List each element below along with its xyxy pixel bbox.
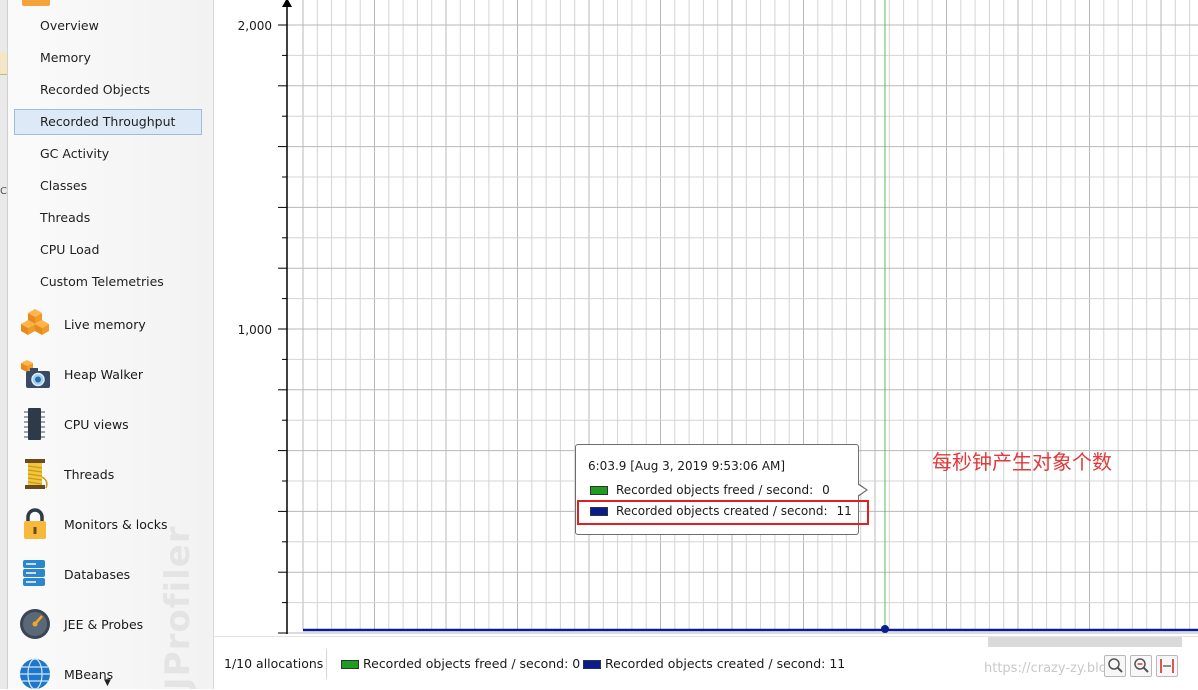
horizontal-gridlines: [278, 24, 1198, 634]
scroll-down-icon[interactable]: ▼: [104, 678, 111, 688]
nav-category-live-memory[interactable]: Live memory: [18, 304, 208, 344]
nav-item-custom-telemetries[interactable]: Custom Telemetries: [14, 269, 202, 295]
nav-category-label: Databases: [64, 566, 131, 582]
collapsed-panel-strip[interactable]: C: [0, 0, 8, 689]
nav-item-threads-telemetry[interactable]: Threads: [14, 205, 202, 231]
view-selector-sidebar: C Overview Memory Recorded Objects Recor…: [0, 0, 214, 689]
magnifier-icon: [1108, 658, 1123, 673]
status-bar: 1/10 allocations Recorded objects freed …: [214, 636, 1198, 690]
gauge-icon: [20, 609, 50, 639]
nav-category-label: Live memory: [64, 316, 146, 332]
threads-icon: [25, 459, 48, 489]
strip-marker: [0, 52, 7, 75]
zoom-fit-button[interactable]: [1130, 655, 1152, 677]
legend-freed: Recorded objects freed / second: 0: [363, 656, 581, 671]
nav-category-heap-walker[interactable]: Heap Walker: [18, 354, 208, 394]
database-icon: [23, 560, 45, 586]
legend-freed-swatch-icon: [341, 660, 359, 669]
cursor-point: [881, 625, 889, 633]
nav-item-recorded-throughput[interactable]: Recorded Throughput: [14, 109, 202, 135]
y-tick-label: 1,000: [238, 323, 272, 337]
tooltip-row-freed: Recorded objects freed / second: 0: [590, 483, 830, 497]
strip-letter: C: [0, 186, 7, 197]
tooltip-row-label: Recorded objects freed / second:: [616, 483, 814, 497]
nav-item-gc-activity[interactable]: GC Activity: [14, 141, 202, 167]
nav-item-cpu-load[interactable]: CPU Load: [14, 237, 202, 263]
red-highlight-box: [577, 500, 869, 525]
globe-icon: [20, 658, 50, 689]
throughput-chart[interactable]: 2,000 1,000: [214, 0, 1198, 645]
nav-category-label: Heap Walker: [64, 366, 143, 382]
product-watermark: JProfiler: [158, 525, 198, 689]
y-tick-label: 2,000: [238, 19, 272, 33]
zoom-fit-icon: [1134, 658, 1149, 673]
nav-category-label: JEE & Probes: [64, 616, 144, 632]
nav-item-memory[interactable]: Memory: [14, 45, 202, 71]
fit-width-icon: [1160, 659, 1174, 673]
nav-category-label: Monitors & locks: [64, 516, 168, 532]
legend-created: Recorded objects created / second: 11: [605, 656, 846, 671]
vertical-gridlines: [302, 0, 1191, 630]
status-divider: [326, 649, 327, 679]
nav-item-classes[interactable]: Classes: [14, 173, 202, 199]
cpu-views-icon: [24, 408, 45, 440]
live-memory-icon: [21, 309, 49, 335]
nav-category-label: CPU views: [64, 416, 129, 432]
lock-icon: [24, 508, 46, 539]
tooltip-row-value: 0: [822, 483, 830, 497]
chart-canvas: 2,000 1,000: [238, 0, 1198, 634]
nav-category-threads[interactable]: Threads: [18, 454, 208, 494]
nav-category-cpu-views[interactable]: CPU views: [18, 404, 208, 444]
telemetries-icon: [22, 0, 50, 6]
legend-created-swatch-icon: [583, 660, 601, 669]
freed-swatch-icon: [590, 485, 608, 495]
fit-width-button[interactable]: [1156, 655, 1178, 677]
nav-category-label: Threads: [64, 466, 115, 482]
annotation-text: 每秒钟产生对象个数: [932, 450, 1112, 474]
tooltip-timestamp: 6:03.9 [Aug 3, 2019 9:53:06 AM]: [588, 459, 786, 473]
nav-item-recorded-objects[interactable]: Recorded Objects: [14, 77, 202, 103]
allocations-status: 1/10 allocations: [224, 656, 324, 671]
y-axis-arrow-icon: [282, 0, 292, 7]
heap-walker-icon: [21, 360, 50, 388]
horizontal-scrollbar[interactable]: [988, 637, 1182, 647]
zoom-in-button[interactable]: [1104, 655, 1126, 677]
nav-item-overview[interactable]: Overview: [14, 13, 202, 39]
